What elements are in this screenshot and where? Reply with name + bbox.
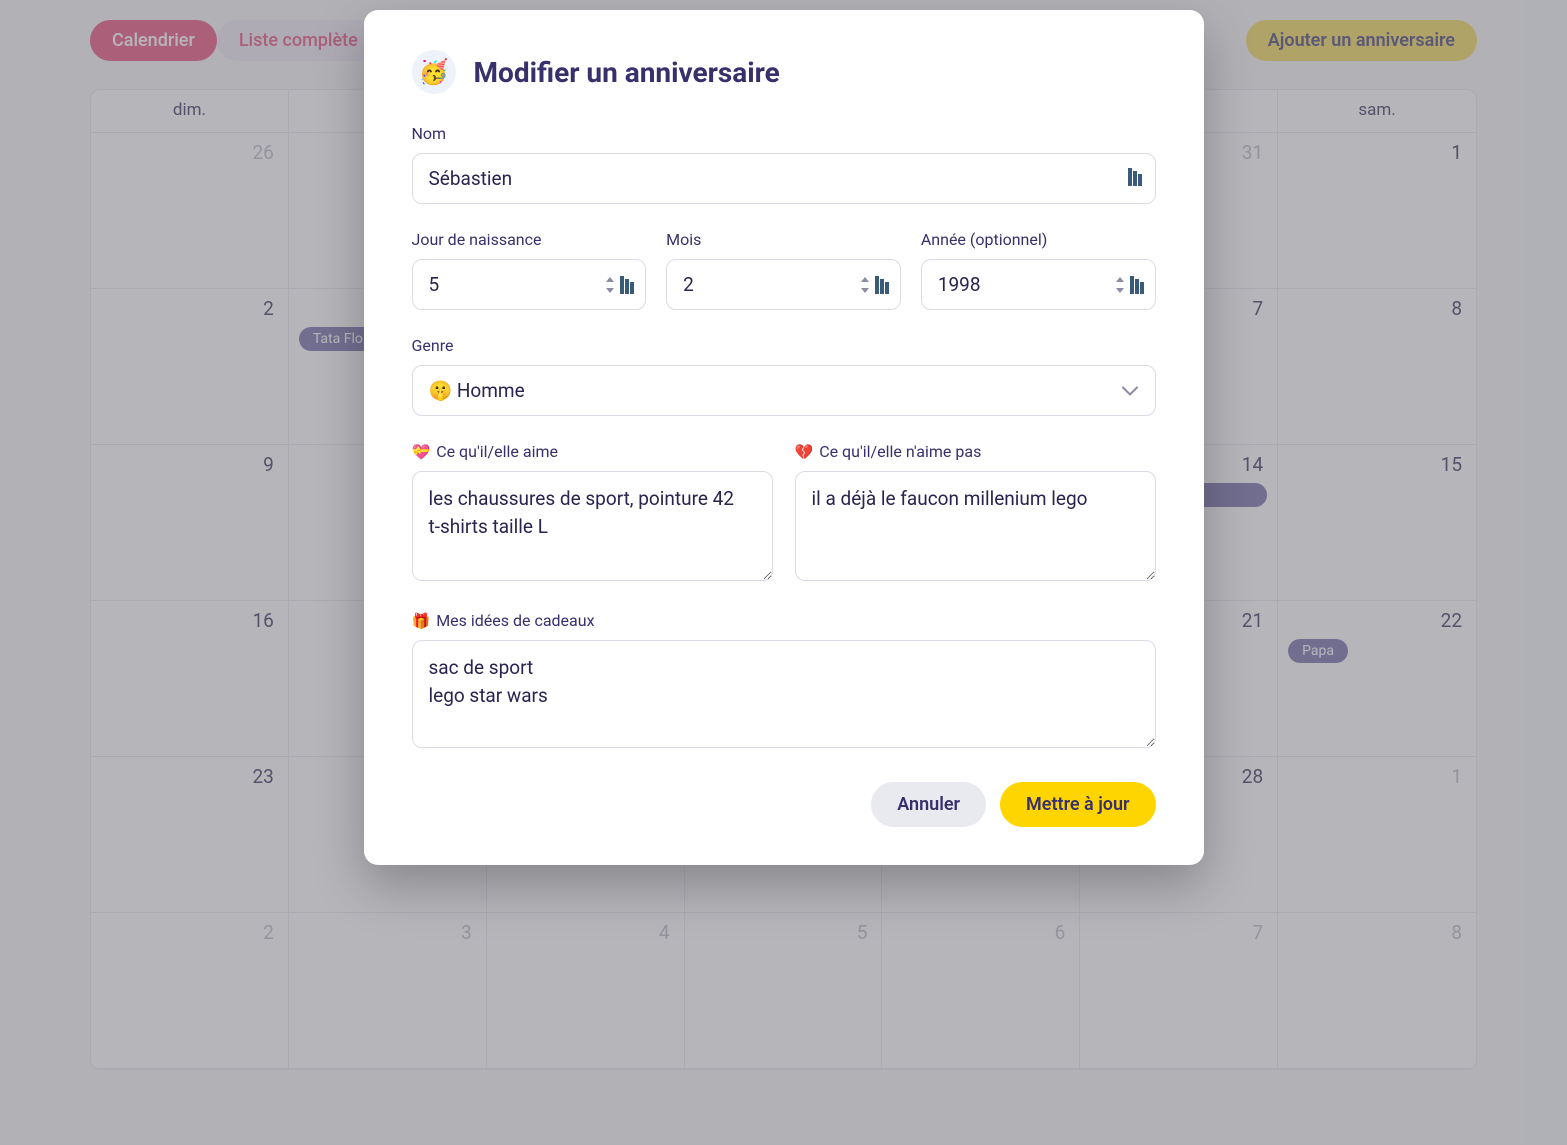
gender-select[interactable]: 🤫 Homme: [412, 365, 1156, 416]
gift-icon: 🎁: [412, 612, 431, 630]
modal-overlay[interactable]: 🥳 Modifier un anniversaire Nom Jour de n…: [0, 0, 1567, 1145]
name-input[interactable]: [412, 153, 1156, 204]
cancel-button[interactable]: Annuler: [871, 782, 986, 827]
dislikes-label-text: Ce qu'il/elle n'aime pas: [819, 442, 981, 461]
month-label: Mois: [666, 230, 901, 249]
heart-gift-icon: 💝: [412, 443, 431, 461]
day-label: Jour de naissance: [412, 230, 647, 249]
likes-textarea[interactable]: [412, 471, 773, 581]
party-icon: 🥳: [412, 50, 456, 94]
update-button[interactable]: Mettre à jour: [1000, 782, 1155, 827]
month-input[interactable]: [666, 259, 901, 310]
gender-label: Genre: [412, 336, 1156, 355]
dislikes-textarea[interactable]: [795, 471, 1156, 581]
ideas-textarea[interactable]: [412, 640, 1156, 748]
modal-title: Modifier un anniversaire: [474, 56, 780, 89]
modal-header: 🥳 Modifier un anniversaire: [412, 50, 1156, 94]
dislikes-label: 💔 Ce qu'il/elle n'aime pas: [795, 442, 1156, 461]
likes-label-text: Ce qu'il/elle aime: [436, 442, 558, 461]
edit-birthday-modal: 🥳 Modifier un anniversaire Nom Jour de n…: [364, 10, 1204, 865]
broken-heart-icon: 💔: [795, 443, 814, 461]
ideas-label: 🎁 Mes idées de cadeaux: [412, 611, 1156, 630]
modal-footer: Annuler Mettre à jour: [412, 782, 1156, 827]
name-label: Nom: [412, 124, 1156, 143]
ideas-label-text: Mes idées de cadeaux: [436, 611, 594, 630]
year-input[interactable]: [921, 259, 1156, 310]
year-label: Année (optionnel): [921, 230, 1156, 249]
likes-label: 💝 Ce qu'il/elle aime: [412, 442, 773, 461]
day-input[interactable]: [412, 259, 647, 310]
